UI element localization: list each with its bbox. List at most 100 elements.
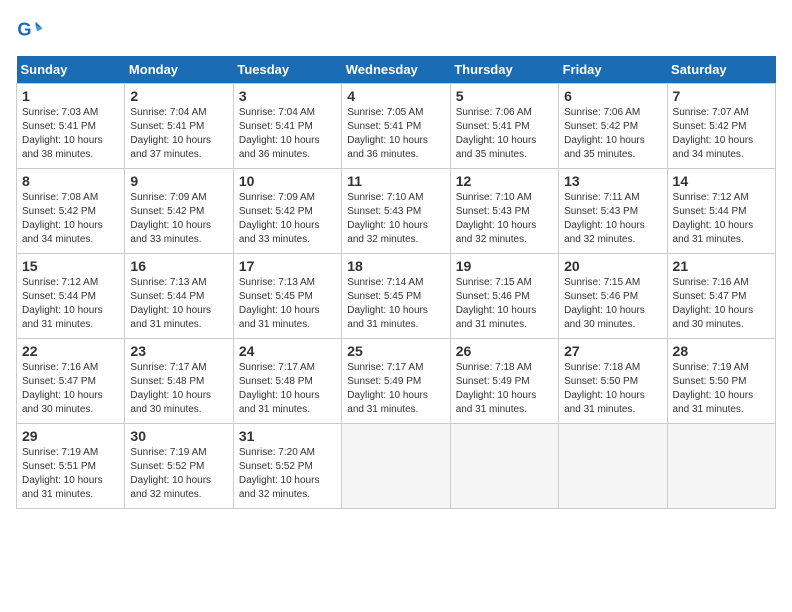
day-number: 30: [130, 428, 227, 444]
cell-info: Sunrise: 7:14 AMSunset: 5:45 PMDaylight:…: [347, 276, 444, 332]
cell-info: Sunrise: 7:12 AMSunset: 5:44 PMDaylight:…: [673, 191, 770, 247]
calendar-table: SundayMondayTuesdayWednesdayThursdayFrid…: [16, 56, 776, 509]
cell-info: Sunrise: 7:20 AMSunset: 5:52 PMDaylight:…: [239, 446, 336, 502]
col-header-monday: Monday: [125, 56, 233, 84]
cell-info: Sunrise: 7:19 AMSunset: 5:51 PMDaylight:…: [22, 446, 119, 502]
col-header-thursday: Thursday: [450, 56, 558, 84]
calendar-cell: 21 Sunrise: 7:16 AMSunset: 5:47 PMDayligh…: [667, 254, 775, 339]
day-number: 15: [22, 258, 119, 274]
day-number: 19: [456, 258, 553, 274]
calendar-cell: 17 Sunrise: 7:13 AMSunset: 5:45 PMDayligh…: [233, 254, 341, 339]
calendar-cell: 16Sunrise: 7:13 AMSunset: 5:44 PMDayligh…: [125, 254, 233, 339]
calendar-cell: 20 Sunrise: 7:15 AMSunset: 5:46 PMDayligh…: [559, 254, 667, 339]
calendar-cell: 1Sunrise: 7:03 AMSunset: 5:41 PMDaylight…: [17, 84, 125, 169]
header-row: SundayMondayTuesdayWednesdayThursdayFrid…: [17, 56, 776, 84]
calendar-cell: 30 Sunrise: 7:19 AMSunset: 5:52 PMDayligh…: [125, 424, 233, 509]
cell-info: Sunrise: 7:17 AMSunset: 5:49 PMDaylight:…: [347, 361, 444, 417]
cell-info: Sunrise: 7:16 AMSunset: 5:47 PMDaylight:…: [22, 361, 119, 417]
calendar-cell: [559, 424, 667, 509]
day-number: 13: [564, 173, 661, 189]
cell-info: Sunrise: 7:15 AMSunset: 5:46 PMDaylight:…: [456, 276, 553, 332]
calendar-cell: 23Sunrise: 7:17 AMSunset: 5:48 PMDayligh…: [125, 339, 233, 424]
logo: G: [16, 16, 48, 44]
cell-info: Sunrise: 7:18 AMSunset: 5:49 PMDaylight:…: [456, 361, 553, 417]
day-number: 10: [239, 173, 336, 189]
day-number: 31: [239, 428, 336, 444]
calendar-cell: 31 Sunrise: 7:20 AMSunset: 5:52 PMDayligh…: [233, 424, 341, 509]
calendar-cell: 5 Sunrise: 7:06 AMSunset: 5:41 PMDaylight…: [450, 84, 558, 169]
calendar-cell: 22 Sunrise: 7:16 AMSunset: 5:47 PMDayligh…: [17, 339, 125, 424]
day-number: 20: [564, 258, 661, 274]
calendar-cell: 19 Sunrise: 7:15 AMSunset: 5:46 PMDayligh…: [450, 254, 558, 339]
calendar-cell: 14 Sunrise: 7:12 AMSunset: 5:44 PMDayligh…: [667, 169, 775, 254]
calendar-cell: 6Sunrise: 7:06 AMSunset: 5:42 PMDaylight…: [559, 84, 667, 169]
col-header-tuesday: Tuesday: [233, 56, 341, 84]
cell-info: Sunrise: 7:19 AMSunset: 5:52 PMDaylight:…: [130, 446, 227, 502]
cell-info: Sunrise: 7:08 AMSunset: 5:42 PMDaylight:…: [22, 191, 119, 247]
day-number: 24: [239, 343, 336, 359]
calendar-cell: 8 Sunrise: 7:08 AMSunset: 5:42 PMDaylight…: [17, 169, 125, 254]
day-number: 12: [456, 173, 553, 189]
calendar-cell: [450, 424, 558, 509]
week-row-3: 15 Sunrise: 7:12 AMSunset: 5:44 PMDayligh…: [17, 254, 776, 339]
cell-info: Sunrise: 7:12 AMSunset: 5:44 PMDaylight:…: [22, 276, 119, 332]
cell-info: Sunrise: 7:19 AMSunset: 5:50 PMDaylight:…: [673, 361, 770, 417]
day-number: 2: [130, 88, 227, 104]
day-number: 29: [22, 428, 119, 444]
day-number: 11: [347, 173, 444, 189]
calendar-cell: 13Sunrise: 7:11 AMSunset: 5:43 PMDayligh…: [559, 169, 667, 254]
cell-info: Sunrise: 7:10 AMSunset: 5:43 PMDaylight:…: [456, 191, 553, 247]
col-header-sunday: Sunday: [17, 56, 125, 84]
day-number: 22: [22, 343, 119, 359]
day-number: 21: [673, 258, 770, 274]
cell-info: Sunrise: 7:03 AMSunset: 5:41 PMDaylight:…: [22, 106, 119, 162]
calendar-cell: 7 Sunrise: 7:07 AMSunset: 5:42 PMDaylight…: [667, 84, 775, 169]
cell-info: Sunrise: 7:07 AMSunset: 5:42 PMDaylight:…: [673, 106, 770, 162]
day-number: 27: [564, 343, 661, 359]
cell-info: Sunrise: 7:17 AMSunset: 5:48 PMDaylight:…: [239, 361, 336, 417]
day-number: 3: [239, 88, 336, 104]
calendar-cell: 18 Sunrise: 7:14 AMSunset: 5:45 PMDayligh…: [342, 254, 450, 339]
cell-info: Sunrise: 7:16 AMSunset: 5:47 PMDaylight:…: [673, 276, 770, 332]
day-number: 17: [239, 258, 336, 274]
calendar-cell: 28 Sunrise: 7:19 AMSunset: 5:50 PMDayligh…: [667, 339, 775, 424]
calendar-cell: 4 Sunrise: 7:05 AMSunset: 5:41 PMDaylight…: [342, 84, 450, 169]
cell-info: Sunrise: 7:13 AMSunset: 5:45 PMDaylight:…: [239, 276, 336, 332]
col-header-saturday: Saturday: [667, 56, 775, 84]
calendar-cell: 24 Sunrise: 7:17 AMSunset: 5:48 PMDayligh…: [233, 339, 341, 424]
cell-info: Sunrise: 7:13 AMSunset: 5:44 PMDaylight:…: [130, 276, 227, 332]
cell-info: Sunrise: 7:05 AMSunset: 5:41 PMDaylight:…: [347, 106, 444, 162]
calendar-cell: 25 Sunrise: 7:17 AMSunset: 5:49 PMDayligh…: [342, 339, 450, 424]
day-number: 8: [22, 173, 119, 189]
logo-icon: G: [16, 16, 44, 44]
day-number: 25: [347, 343, 444, 359]
cell-info: Sunrise: 7:15 AMSunset: 5:46 PMDaylight:…: [564, 276, 661, 332]
day-number: 7: [673, 88, 770, 104]
day-number: 4: [347, 88, 444, 104]
day-number: 28: [673, 343, 770, 359]
calendar-cell: [667, 424, 775, 509]
cell-info: Sunrise: 7:10 AMSunset: 5:43 PMDaylight:…: [347, 191, 444, 247]
calendar-cell: 26 Sunrise: 7:18 AMSunset: 5:49 PMDayligh…: [450, 339, 558, 424]
cell-info: Sunrise: 7:06 AMSunset: 5:41 PMDaylight:…: [456, 106, 553, 162]
day-number: 18: [347, 258, 444, 274]
calendar-cell: 29 Sunrise: 7:19 AMSunset: 5:51 PMDayligh…: [17, 424, 125, 509]
col-header-friday: Friday: [559, 56, 667, 84]
day-number: 23: [130, 343, 227, 359]
day-number: 26: [456, 343, 553, 359]
cell-info: Sunrise: 7:09 AMSunset: 5:42 PMDaylight:…: [130, 191, 227, 247]
calendar-cell: 15 Sunrise: 7:12 AMSunset: 5:44 PMDayligh…: [17, 254, 125, 339]
day-number: 9: [130, 173, 227, 189]
cell-info: Sunrise: 7:09 AMSunset: 5:42 PMDaylight:…: [239, 191, 336, 247]
page-header: G: [16, 16, 776, 44]
calendar-cell: 11 Sunrise: 7:10 AMSunset: 5:43 PMDayligh…: [342, 169, 450, 254]
calendar-cell: 2 Sunrise: 7:04 AMSunset: 5:41 PMDaylight…: [125, 84, 233, 169]
cell-info: Sunrise: 7:18 AMSunset: 5:50 PMDaylight:…: [564, 361, 661, 417]
day-number: 6: [564, 88, 661, 104]
week-row-2: 8 Sunrise: 7:08 AMSunset: 5:42 PMDaylight…: [17, 169, 776, 254]
cell-info: Sunrise: 7:04 AMSunset: 5:41 PMDaylight:…: [130, 106, 227, 162]
calendar-cell: 12 Sunrise: 7:10 AMSunset: 5:43 PMDayligh…: [450, 169, 558, 254]
day-number: 14: [673, 173, 770, 189]
day-number: 5: [456, 88, 553, 104]
col-header-wednesday: Wednesday: [342, 56, 450, 84]
